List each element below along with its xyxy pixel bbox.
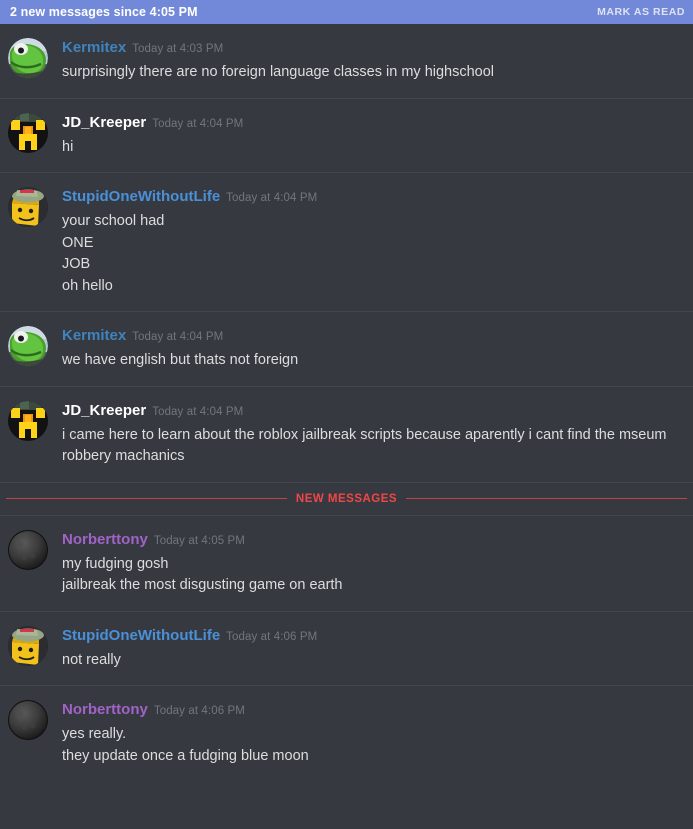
message-timestamp: Today at 4:06 PM [226,630,318,643]
moon-avatar[interactable] [8,700,48,740]
message-author[interactable]: JD_Kreeper [62,402,146,419]
message-list[interactable]: Kermitex Today at 4:03 PM surprisingly the… [0,24,693,829]
message-line: jailbreak the most disgusting game on ea… [62,577,343,593]
message-line: ONE [62,234,94,251]
message-body: JD_Kreeper Today at 4:04 PM i came here to… [62,401,683,468]
message-body: Kermitex Today at 4:03 PM surprisingly the… [62,38,683,84]
message-header: Norberttony Today at 4:06 PM [62,701,683,720]
message-group: Norberttony Today at 4:06 PM yes really. th… [0,685,693,781]
message-timestamp: Today at 4:05 PM [153,534,245,547]
message-line: your school had [62,213,165,229]
message-timestamp: Today at 4:03 PM [132,43,224,55]
message-timestamp: Today at 4:04 PM [226,192,318,204]
message-group: JD_Kreeper Today at 4:04 PM i came here to… [0,385,693,482]
discord-chat-window: 2 new messages since 4:05 PM MARK AS REA… [0,0,693,829]
new-messages-divider: NEW MESSAGES [0,481,693,515]
message-group: Kermitex Today at 4:04 PM we have english … [0,311,693,386]
kermit-frog-avatar[interactable] [8,326,48,366]
message-group: JD_Kreeper Today at 4:04 PM hi [0,97,693,173]
message-line: surprisingly there are no foreign langua… [62,64,495,80]
message-line: not really [62,651,121,668]
message-body: StupidOneWithoutLife Today at 4:06 PM not … [62,626,683,672]
moon-avatar[interactable] [8,529,48,570]
message-line: my fudging gosh [62,555,169,572]
new-messages-rule-left [6,498,287,499]
message-line: hi [62,138,74,155]
message-timestamp: Today at 4:06 PM [153,705,245,717]
message-header: StupidOneWithoutLife Today at 4:04 PM [62,188,683,207]
message-line: yes really. [62,726,127,742]
new-messages-rule-right [406,498,687,499]
message-group: StupidOneWithoutLife Today at 4:06 PM not … [0,610,693,686]
message-group: Kermitex Today at 4:03 PM surprisingly the… [0,24,693,98]
message-body: JD_Kreeper Today at 4:04 PM hi [62,113,683,159]
message-author[interactable]: Kermitex [62,327,126,344]
kermit-frog-avatar[interactable] [8,38,48,78]
new-messages-banner[interactable]: 2 new messages since 4:05 PM MARK AS REA… [0,0,693,24]
creeper-face-avatar[interactable] [8,400,48,441]
message-header: Norberttony Today at 4:05 PM [62,531,683,550]
new-messages-label: NEW MESSAGES [295,492,398,505]
message-line: JOB [62,256,91,272]
message-author[interactable]: Kermitex [62,39,126,56]
message-timestamp: Today at 4:04 PM [132,331,224,343]
message-author[interactable]: StupidOneWithoutLife [62,188,220,205]
message-header: StupidOneWithoutLife Today at 4:06 PM [62,627,683,646]
message-body: Norberttony Today at 4:05 PM my fudging go… [62,530,683,597]
roblox-head-avatar[interactable] [8,187,48,227]
message-line: they update once a fudging blue moon [62,747,309,764]
message-author[interactable]: StupidOneWithoutLife [62,627,220,644]
message-author[interactable]: JD_Kreeper [62,114,146,131]
message-line: we have english but thats not foreign [62,352,299,368]
message-author[interactable]: Norberttony [62,701,148,718]
message-line: i came here to learn about the roblox ja… [62,426,667,465]
message-body: Kermitex Today at 4:04 PM we have english … [62,326,683,372]
message-group: StupidOneWithoutLife Today at 4:04 PM your… [0,172,693,311]
mark-as-read-button[interactable]: MARK AS READ [597,6,685,18]
message-line: oh hello [62,277,113,294]
creeper-face-avatar[interactable] [8,112,48,153]
message-header: JD_Kreeper Today at 4:04 PM [62,402,683,421]
message-timestamp: Today at 4:04 PM [152,405,244,418]
message-header: Kermitex Today at 4:03 PM [62,39,683,58]
message-body: StupidOneWithoutLife Today at 4:04 PM your… [62,187,683,297]
message-body: Norberttony Today at 4:06 PM yes really. th… [62,700,683,767]
message-timestamp: Today at 4:04 PM [152,117,244,130]
new-messages-banner-text: 2 new messages since 4:05 PM [10,5,198,19]
message-author[interactable]: Norberttony [62,531,148,548]
message-header: JD_Kreeper Today at 4:04 PM [62,114,683,133]
roblox-head-avatar[interactable] [8,625,48,666]
message-header: Kermitex Today at 4:04 PM [62,327,683,346]
message-group: Norberttony Today at 4:05 PM my fudging go… [0,514,693,611]
